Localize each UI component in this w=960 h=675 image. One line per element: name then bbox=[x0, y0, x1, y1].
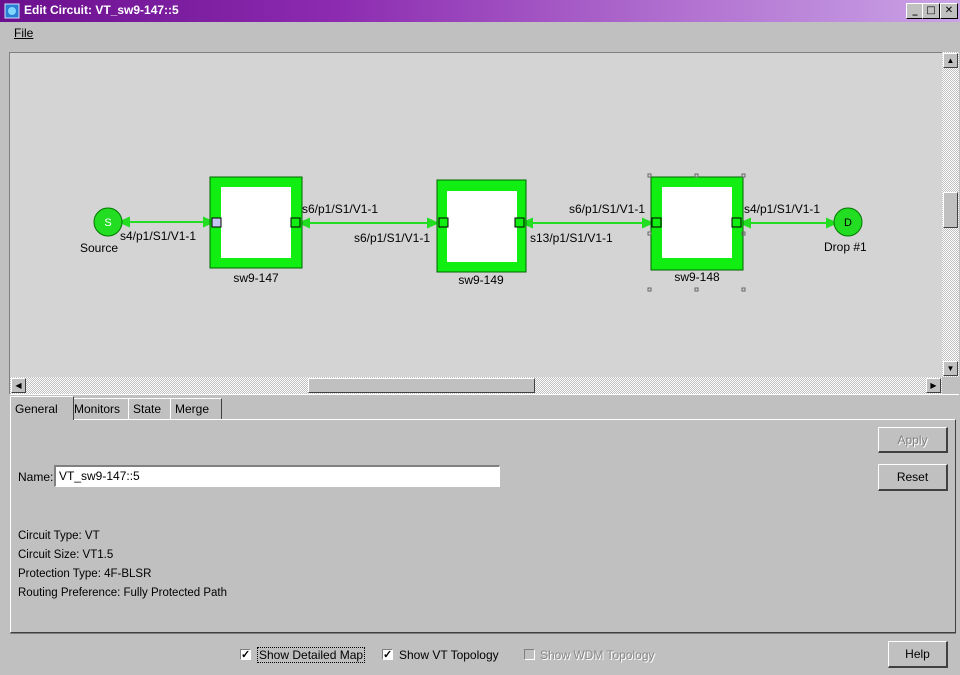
node-body bbox=[662, 187, 732, 258]
show-detailed-map-checkbox[interactable]: ✓ bbox=[240, 649, 251, 661]
scroll-up-icon[interactable]: ▲ bbox=[943, 53, 958, 68]
vertical-scrollbar[interactable]: ▲ ▼ bbox=[942, 52, 959, 377]
reset-button[interactable]: Reset bbox=[878, 464, 948, 491]
name-label: Name: bbox=[18, 470, 54, 484]
tab-monitors[interactable]: Monitors bbox=[69, 398, 135, 419]
source-label: Source bbox=[80, 241, 118, 255]
port-in-icon[interactable] bbox=[211, 217, 222, 228]
node-label: sw9-147 bbox=[233, 271, 279, 285]
scroll-down-icon[interactable]: ▼ bbox=[943, 361, 958, 376]
circuit-type: Circuit Type: VT bbox=[18, 530, 100, 542]
node-label: sw9-148 bbox=[674, 270, 720, 284]
scroll-right-icon[interactable]: ▶ bbox=[926, 378, 941, 393]
circuit-size: Circuit Size: VT1.5 bbox=[18, 549, 114, 561]
port-label: s6/p1/S1/V1-1 bbox=[302, 202, 378, 216]
source-port-label: s4/p1/S1/V1-1 bbox=[120, 229, 196, 243]
source-letter: S bbox=[104, 217, 111, 229]
port-label: s6/p1/S1/V1-1 bbox=[569, 202, 645, 216]
port-in-icon[interactable] bbox=[438, 217, 449, 228]
tab-merge[interactable]: Merge bbox=[170, 398, 222, 419]
horizontal-scroll-thumb[interactable] bbox=[308, 378, 535, 393]
show-vt-topology-label[interactable]: Show VT Topology bbox=[399, 648, 499, 662]
general-panel bbox=[10, 419, 956, 633]
apply-button[interactable]: Apply bbox=[878, 427, 948, 453]
tab-general[interactable]: General bbox=[10, 396, 74, 420]
port-label: s13/p1/S1/V1-1 bbox=[530, 231, 613, 245]
scroll-corner bbox=[942, 377, 959, 394]
drop-label: Drop #1 bbox=[824, 240, 867, 254]
window-title: Edit Circuit: VT_sw9-147::5 bbox=[24, 3, 179, 17]
app-icon bbox=[4, 3, 20, 19]
port-label: s4/p1/S1/V1-1 bbox=[744, 202, 820, 216]
port-out-icon[interactable] bbox=[731, 217, 742, 228]
node-body bbox=[447, 191, 517, 262]
port-label: s6/p1/S1/V1-1 bbox=[354, 231, 430, 245]
menu-bar: File bbox=[0, 22, 960, 44]
routing-preference: Routing Preference: Fully Protected Path bbox=[18, 587, 228, 599]
node-label: sw9-149 bbox=[458, 273, 504, 287]
tab-state[interactable]: State bbox=[128, 398, 176, 419]
port-in-icon[interactable] bbox=[651, 217, 662, 228]
port-out-icon[interactable] bbox=[514, 217, 525, 228]
menu-file[interactable]: File bbox=[14, 26, 33, 40]
help-button[interactable]: Help bbox=[888, 641, 948, 668]
close-icon[interactable]: ✕ bbox=[940, 3, 958, 19]
title-bar[interactable]: Edit Circuit: VT_sw9-147::5 _ □ ✕ bbox=[0, 0, 960, 22]
show-vt-topology-checkbox[interactable]: ✓ bbox=[382, 649, 393, 661]
circuit-map[interactable]: S Source s4/p1/S1/V1-1 sw9-147 s6/p1/S1/… bbox=[10, 53, 942, 377]
scroll-left-icon[interactable]: ◀ bbox=[11, 378, 26, 393]
vertical-scroll-thumb[interactable] bbox=[943, 192, 958, 228]
horizontal-scrollbar[interactable]: ◀ ▶ bbox=[10, 377, 942, 394]
show-detailed-map-label[interactable]: Show Detailed Map bbox=[257, 647, 366, 663]
show-wdm-topology-label: Show WDM Topology bbox=[540, 648, 655, 662]
protection-type: Protection Type: 4F-BLSR bbox=[18, 568, 152, 580]
maximize-icon[interactable]: □ bbox=[922, 3, 940, 19]
drop-letter: D bbox=[844, 217, 852, 229]
port-out-icon[interactable] bbox=[290, 217, 301, 228]
show-wdm-topology-checkbox[interactable] bbox=[524, 649, 535, 660]
node-body bbox=[221, 187, 291, 258]
circuit-name-input[interactable]: VT_sw9-147::5 bbox=[54, 465, 500, 487]
